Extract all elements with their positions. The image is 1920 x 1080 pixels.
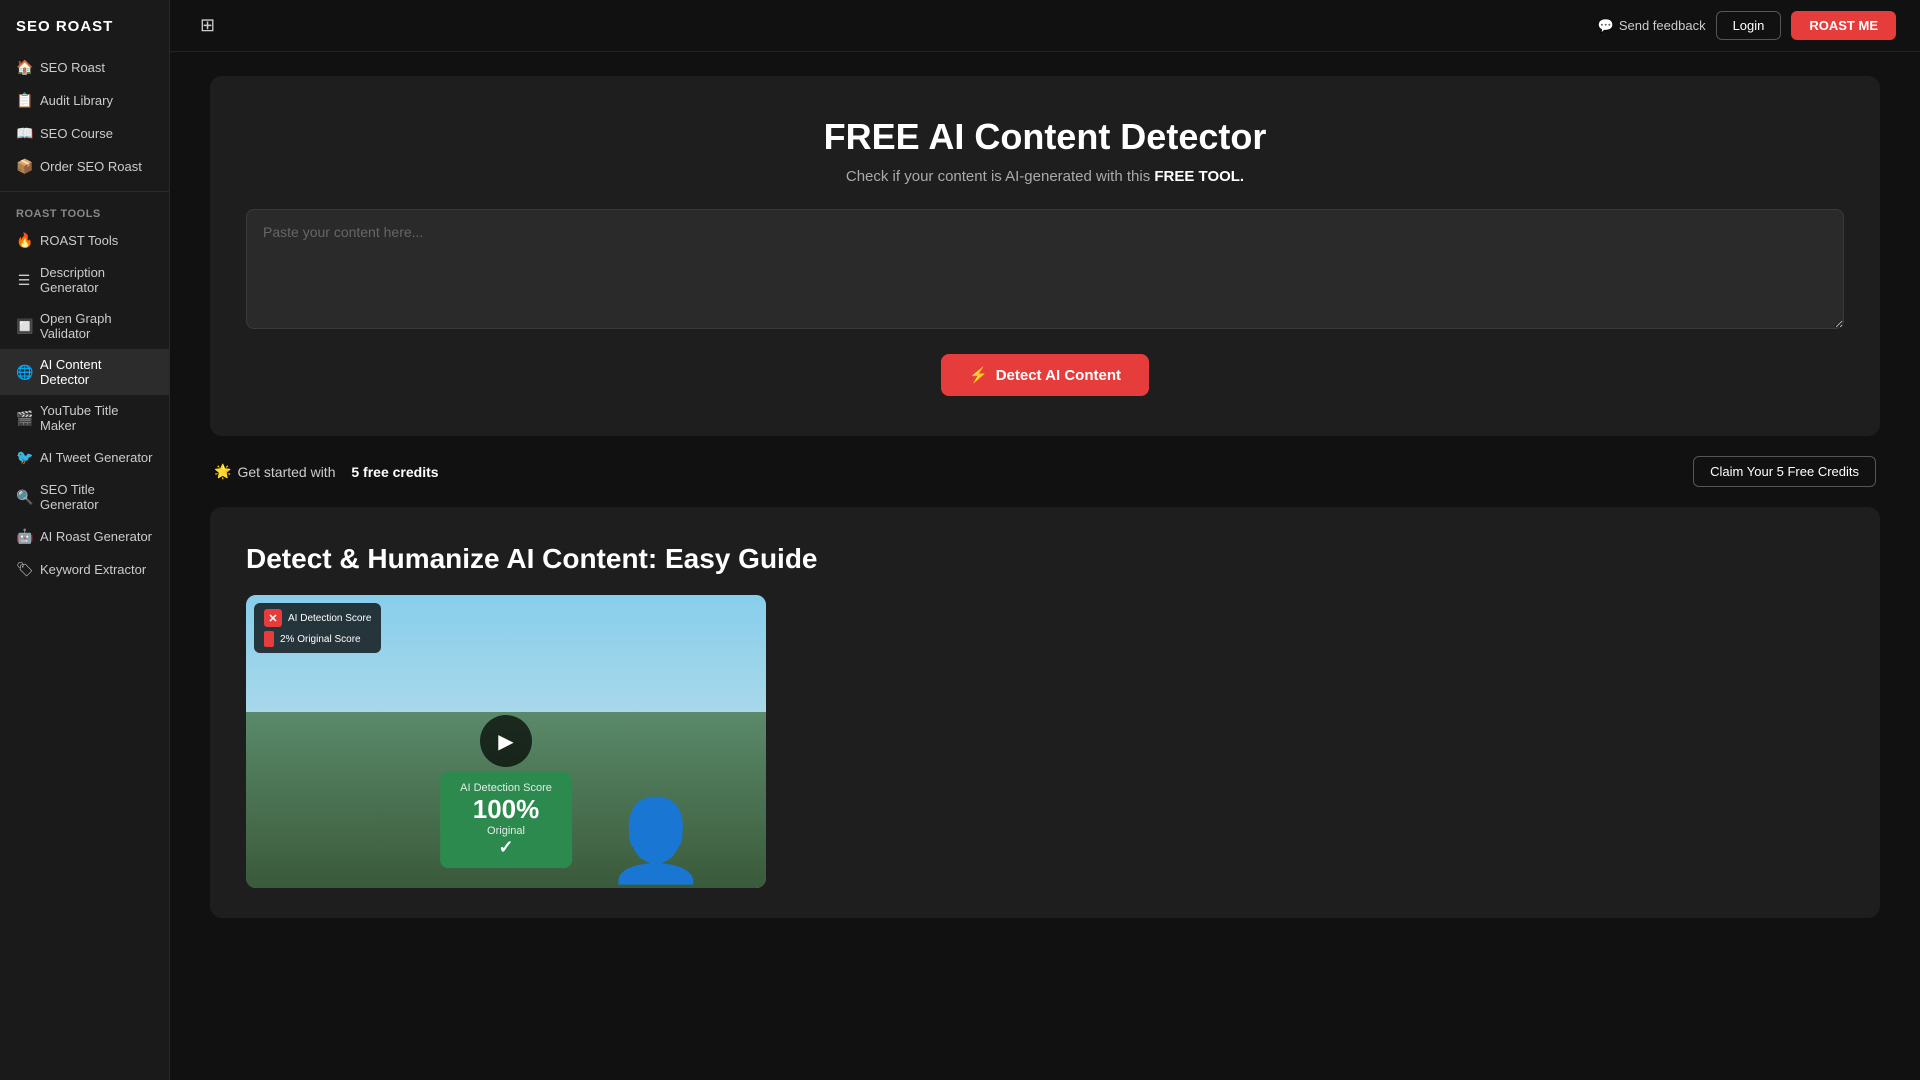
sidebar-item-ai-content-detector[interactable]: 🌐 AI Content Detector [0, 349, 169, 395]
sidebar-item-label: Open Graph Validator [40, 311, 153, 341]
video-person: 👤 [576, 595, 736, 888]
brand-logo: SEO ROAST [0, 14, 169, 51]
send-feedback-button[interactable]: 💬 Send feedback [1598, 18, 1706, 34]
robot-icon: 🤖 [16, 528, 32, 545]
content-area: FREE AI Content Detector Check if your c… [170, 52, 1920, 1080]
green-sign: AI Detection Score 100% Original ✓ [440, 772, 572, 868]
sidebar-item-order-seo-roast[interactable]: 📦 Order SEO Roast [0, 150, 169, 183]
tweet-icon: 🐦 [16, 449, 32, 466]
star-icon: 🌟 [214, 463, 231, 480]
credits-banner: 🌟 Get started with 5 free credits Claim … [210, 456, 1880, 487]
topbar: ⊞ 💬 Send feedback Login ROAST ME [170, 0, 1920, 52]
topbar-left: ⊞ [194, 11, 221, 40]
sidebar: SEO ROAST 🏠 SEO Roast 📋 Audit Library 📖 … [0, 0, 170, 1080]
detect-button[interactable]: ⚡ Detect AI Content [941, 354, 1149, 396]
detect-button-label: Detect AI Content [996, 367, 1121, 384]
clipboard-icon: 📋 [16, 92, 32, 109]
video-overlay-stats: ✕ AI Detection Score 2% Original Score [254, 603, 381, 653]
sidebar-item-label: Keyword Extractor [40, 562, 146, 577]
credits-prefix: Get started with [237, 464, 335, 480]
sidebar-item-label: YouTube Title Maker [40, 403, 153, 433]
content-input[interactable] [246, 209, 1844, 329]
sidebar-item-label: SEO Title Generator [40, 482, 153, 512]
sidebar-divider [0, 191, 169, 192]
ai-detection-label: AI Detection Score [288, 613, 371, 624]
checkmark-icon: ✓ [460, 837, 552, 858]
sidebar-item-ai-roast-generator[interactable]: 🤖 AI Roast Generator [0, 520, 169, 553]
sidebar-item-label: AI Content Detector [40, 357, 153, 387]
video-thumbnail[interactable]: ✕ AI Detection Score 2% Original Score A… [246, 595, 766, 888]
credits-bold: 5 free credits [351, 464, 438, 480]
tool-subtitle: Check if your content is AI-generated wi… [246, 168, 1844, 185]
book-icon: 📖 [16, 125, 32, 142]
play-button[interactable]: ▶ [480, 715, 532, 767]
video-card: Detect & Humanize AI Content: Easy Guide… [210, 507, 1880, 918]
sidebar-item-keyword-extractor[interactable]: 🏷 Keyword Extractor [0, 553, 169, 586]
chat-icon: 💬 [1598, 18, 1614, 34]
login-button[interactable]: Login [1716, 11, 1782, 40]
play-icon: ▶ [498, 729, 513, 754]
sidebar-item-label: SEO Roast [40, 60, 105, 75]
credits-text: 🌟 Get started with 5 free credits [214, 463, 439, 480]
sign-number: 100% [460, 794, 552, 825]
claim-credits-button[interactable]: Claim Your 5 Free Credits [1693, 456, 1876, 487]
sidebar-item-label: AI Roast Generator [40, 529, 152, 544]
sidebar-item-description-generator[interactable]: ☰ Description Generator [0, 257, 169, 303]
sign-label: AI Detection Score [460, 782, 552, 794]
sidebar-item-ai-tweet-generator[interactable]: 🐦 AI Tweet Generator [0, 441, 169, 474]
orig-score-label: 2% Original Score [280, 634, 361, 645]
sidebar-item-audit-library[interactable]: 📋 Audit Library [0, 84, 169, 117]
sidebar-item-seo-roast[interactable]: 🏠 SEO Roast [0, 51, 169, 84]
video-icon: 🎬 [16, 410, 32, 427]
sidebar-item-label: Description Generator [40, 265, 153, 295]
sidebar-item-label: AI Tweet Generator [40, 450, 153, 465]
main-nav: 🏠 SEO Roast 📋 Audit Library 📖 SEO Course… [0, 51, 169, 183]
x-icon: ✕ [264, 609, 282, 627]
list-icon: ☰ [16, 272, 32, 289]
fire-icon: 🔥 [16, 232, 32, 249]
feedback-label: Send feedback [1619, 18, 1706, 33]
sidebar-toggle-button[interactable]: ⊞ [194, 11, 221, 40]
sidebar-item-label: Order SEO Roast [40, 159, 142, 174]
box-icon: 📦 [16, 158, 32, 175]
tools-section-label: ROAST Tools [0, 200, 169, 224]
main-area: ⊞ 💬 Send feedback Login ROAST ME FREE AI… [170, 0, 1920, 1080]
sidebar-item-seo-title-generator[interactable]: 🔍 SEO Title Generator [0, 474, 169, 520]
sidebar-item-label: ROAST Tools [40, 233, 118, 248]
roastme-button[interactable]: ROAST ME [1791, 11, 1896, 40]
sidebar-item-roast-tools[interactable]: 🔥 ROAST Tools [0, 224, 169, 257]
globe-icon: 🌐 [16, 364, 32, 381]
sidebar-item-label: Audit Library [40, 93, 113, 108]
sign-sub: Original [460, 825, 552, 837]
sidebar-item-youtube-title-maker[interactable]: 🎬 YouTube Title Maker [0, 395, 169, 441]
score-bar [264, 631, 274, 647]
video-title: Detect & Humanize AI Content: Easy Guide [246, 543, 1844, 575]
lightning-icon: ⚡ [969, 366, 988, 384]
search-icon: 🔍 [16, 489, 32, 506]
sidebar-item-seo-course[interactable]: 📖 SEO Course [0, 117, 169, 150]
sidebar-item-open-graph-validator[interactable]: 🔲 Open Graph Validator [0, 303, 169, 349]
topbar-right: 💬 Send feedback Login ROAST ME [1598, 11, 1896, 40]
home-icon: 🏠 [16, 59, 32, 76]
tool-title: FREE AI Content Detector [246, 116, 1844, 158]
graph-icon: 🔲 [16, 318, 32, 335]
tool-card: FREE AI Content Detector Check if your c… [210, 76, 1880, 436]
tag-icon: 🏷 [16, 561, 32, 578]
sidebar-item-label: SEO Course [40, 126, 113, 141]
tools-nav: 🔥 ROAST Tools ☰ Description Generator 🔲 … [0, 224, 169, 586]
